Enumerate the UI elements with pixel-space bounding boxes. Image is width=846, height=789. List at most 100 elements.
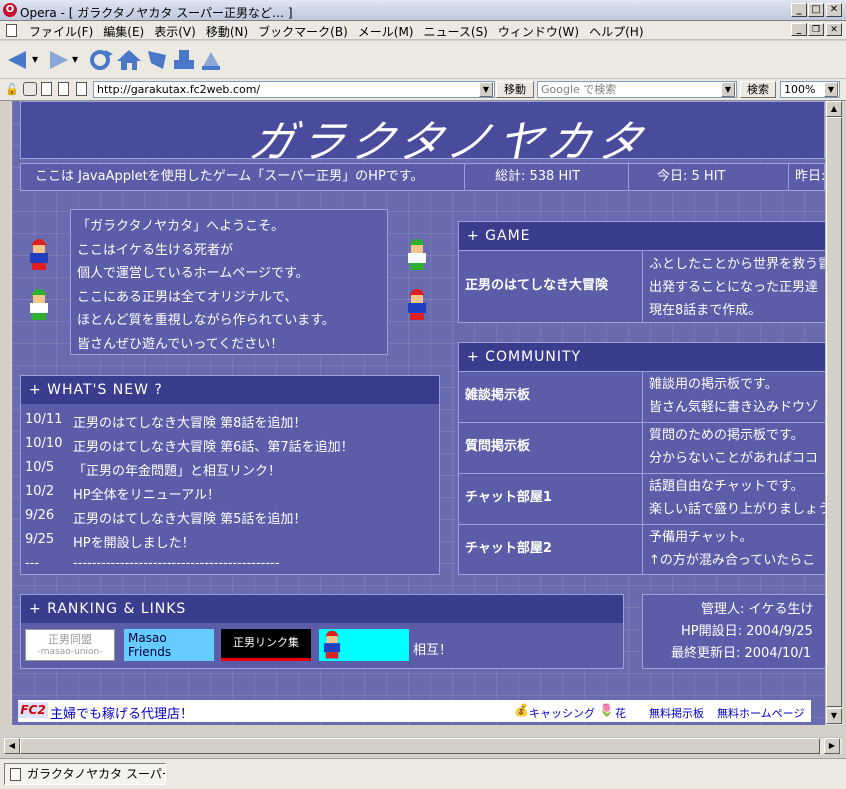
opera-logo-icon: O xyxy=(3,3,17,17)
scroll-thumb[interactable] xyxy=(826,117,842,707)
community-row: 雑談掲示板 雑談用の掲示板です。 皆さん気軽に書き込みドウゾ xyxy=(459,371,825,422)
mutual-link-label: 相互！ xyxy=(413,643,453,658)
go-button[interactable]: 移動 xyxy=(496,81,534,98)
back-dropdown-icon[interactable]: ▼ xyxy=(32,55,38,64)
page-info-icon[interactable] xyxy=(58,82,69,96)
menu-item[interactable]: ヘルプ(H) xyxy=(584,23,648,40)
menu-item[interactable]: ウィンドウ(W) xyxy=(493,23,584,40)
minimize-button[interactable]: _ xyxy=(791,3,807,17)
hscroll-thumb[interactable] xyxy=(20,738,820,754)
web-page: ガラクタノヤカタ ここは JavaAppletを使用したゲーム「スーパー正男」の… xyxy=(12,101,825,725)
fc2-ad-link[interactable]: 主婦でも稼げる代理店！ xyxy=(50,703,193,722)
home-icon[interactable] xyxy=(116,48,142,72)
game-desc-2: 出発することになった正男達 xyxy=(649,280,819,295)
security-icon[interactable]: 🔓 xyxy=(5,83,19,96)
url-field[interactable]: http://garakutax.fc2web.com/ xyxy=(93,81,495,98)
bbs-link[interactable]: 無料掲示板 xyxy=(649,705,704,721)
search-button[interactable]: 検索 xyxy=(740,81,776,98)
fc2-logo[interactable]: FC2 xyxy=(18,702,48,718)
menu-item[interactable]: ファイル(F) xyxy=(24,23,98,40)
horizontal-scrollbar[interactable]: ◀ ▶ xyxy=(4,737,842,754)
wand-icon[interactable] xyxy=(76,82,87,96)
game-title: + GAME xyxy=(459,222,825,250)
toolbar: ▼ ▼ xyxy=(0,41,846,79)
menu-item[interactable]: メール(M) xyxy=(353,23,419,40)
game-link[interactable]: 正男のはてしなき大冒険 xyxy=(459,251,643,322)
save-icon[interactable] xyxy=(199,48,223,72)
scroll-up-icon[interactable]: ▲ xyxy=(826,101,842,117)
vertical-scrollbar[interactable]: ▲ ▼ xyxy=(825,101,842,725)
community-link[interactable]: チャット部屋1 xyxy=(459,474,643,524)
menu-items: ファイル(F) 編集(E) 表示(V) 移動(N) ブックマーク(B) メール(M) ニュー… xyxy=(24,23,649,40)
fc2-ad-bar: FC2 主婦でも稼げる代理店！ 💰 キャッシング 🌷 花 無料掲示板 無料ホーム… xyxy=(18,700,811,722)
doc-restore-button[interactable]: ❐ xyxy=(808,23,824,36)
search-engine-dropdown-icon[interactable]: ▼ xyxy=(721,82,735,97)
document-icon[interactable] xyxy=(41,82,52,96)
maximize-button[interactable]: □ xyxy=(808,3,824,17)
community-link[interactable]: 質問掲示板 xyxy=(459,423,643,473)
news-date: 10/5 xyxy=(25,460,55,475)
news-list: 10/11 正男のはてしなき大冒険 第8話を追加！ 10/10 正男のはてしなき大冒険… xyxy=(21,404,439,576)
taskbar-item[interactable]: ガラクタノヤカタ スーパー... xyxy=(4,763,166,785)
close-button[interactable]: ✕ xyxy=(826,3,842,17)
homepage-link[interactable]: 無料ホームページ xyxy=(717,705,804,721)
scroll-left-icon[interactable]: ◀ xyxy=(4,738,20,754)
masao-union-banner[interactable]: 正男同盟 -masao-union- xyxy=(25,629,115,661)
back-icon[interactable] xyxy=(6,49,30,71)
news-text: 正男のはてしなき大冒険 第8話を追加！ xyxy=(73,416,307,431)
print-icon[interactable] xyxy=(172,48,196,72)
news-item: 10/11 正男のはてしなき大冒険 第8話を追加！ xyxy=(25,408,439,432)
taskbar: ガラクタノヤカタ スーパー... xyxy=(0,758,846,789)
ranking-panel: + RANKING & LINKS 正男同盟 -masao-union- Mas… xyxy=(20,594,624,669)
window-title: Opera - [ ガラクタノヤカタ スーパー正男など… ] xyxy=(20,6,293,20)
luigi-sprite xyxy=(28,289,50,321)
total-hits: 総計: 538 HIT xyxy=(465,164,629,190)
reload-icon[interactable] xyxy=(87,48,113,72)
scroll-down-icon[interactable]: ▼ xyxy=(826,708,842,724)
search-input[interactable]: Google で検索 xyxy=(537,81,737,98)
scroll-right-icon[interactable]: ▶ xyxy=(824,738,840,754)
menu-item[interactable]: 表示(V) xyxy=(149,23,201,40)
menu-item[interactable]: ブックマーク(B) xyxy=(253,23,353,40)
game-desc-1: ふとしたことから世界を救う冒 xyxy=(649,257,825,272)
menu-item[interactable]: 移動(N) xyxy=(201,23,253,40)
news-item: 10/2 HP全体をリニューアル！ xyxy=(25,480,439,504)
flower-link[interactable]: 花 xyxy=(615,705,626,721)
doc-minimize-button[interactable]: _ xyxy=(791,23,807,36)
last-updated: 最終更新日: 2004/10/1 xyxy=(671,646,812,661)
news-date: 10/10 xyxy=(25,436,63,451)
news-text: HP全体をリニューアル！ xyxy=(73,488,220,503)
menu-item[interactable]: ニュース(S) xyxy=(418,23,492,40)
welcome-box: 「ガラクタノヤカタ」へようこそ。 ここはイケる生ける死者が 個人で運営しているホ… xyxy=(70,209,388,355)
news-date: 10/2 xyxy=(25,484,55,499)
ranking-title: + RANKING & LINKS xyxy=(21,595,623,623)
menu-item[interactable]: 編集(E) xyxy=(98,23,149,40)
doc-close-button[interactable]: ✕ xyxy=(826,23,842,36)
today-hits: 今日: 5 HIT xyxy=(629,164,789,190)
camera-icon[interactable] xyxy=(23,82,37,96)
news-date: 9/25 xyxy=(25,532,55,547)
forward-dropdown-icon[interactable]: ▼ xyxy=(72,55,78,64)
news-date: 10/11 xyxy=(25,412,63,427)
forward-icon[interactable] xyxy=(46,49,70,71)
nenkin-banner[interactable] xyxy=(319,629,409,661)
news-date: --- xyxy=(25,556,40,571)
zoom-dropdown-icon[interactable]: ▼ xyxy=(824,82,838,97)
bookmarks-icon[interactable] xyxy=(145,48,169,72)
community-link[interactable]: チャット部屋2 xyxy=(459,525,643,574)
cashing-link[interactable]: キャッシング xyxy=(529,705,595,721)
masao-union-sub: -masao-union- xyxy=(37,647,103,657)
welcome-line: 「ガラクタノヤカタ」へようこそ。 xyxy=(77,219,285,234)
news-item: 9/25 HPを開設しました！ xyxy=(25,528,439,552)
masao-friends-banner[interactable]: Masao Friends xyxy=(124,629,214,661)
page-icon xyxy=(10,768,21,781)
news-item: 9/26 正男のはてしなき大冒険 第5話を追加！ xyxy=(25,504,439,528)
news-item: 10/5 「正男の年金問題」と相互リンク！ xyxy=(25,456,439,480)
site-description: ここは JavaAppletを使用したゲーム「スーパー正男」のHPです。 xyxy=(21,164,465,190)
welcome-line: 個人で運営しているホームページです。 xyxy=(77,266,309,281)
open-date: HP開設日: 2004/9/25 xyxy=(681,624,813,639)
community-link[interactable]: 雑談掲示板 xyxy=(459,372,643,422)
masao-links-banner[interactable]: 正男リンク集 xyxy=(221,629,311,661)
url-dropdown-icon[interactable]: ▼ xyxy=(479,82,493,97)
game-desc-3: 現在8話まで作成。 xyxy=(649,303,762,318)
